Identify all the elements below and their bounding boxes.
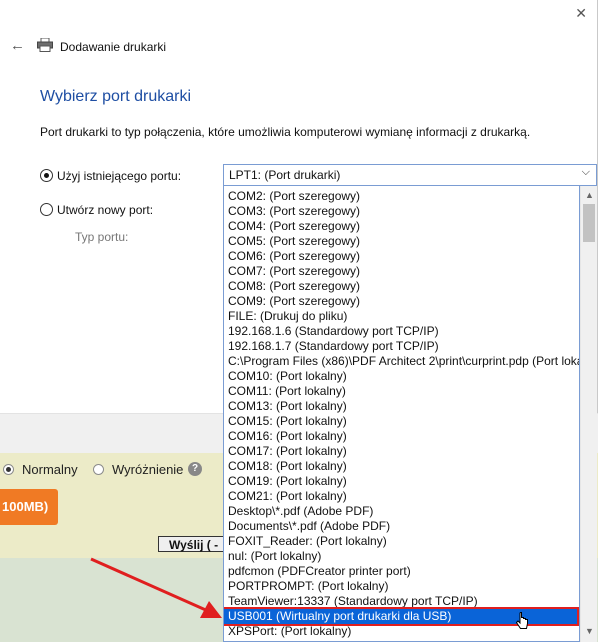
dropdown-item[interactable]: COM4: (Port szeregowy) [228,219,360,234]
dropdown-item[interactable]: COM3: (Port szeregowy) [228,204,360,219]
use-existing-port-radio[interactable] [40,169,53,182]
dropdown-item[interactable]: COM18: (Port lokalny) [228,459,347,474]
create-new-port-radio[interactable] [40,203,53,216]
dropdown-item[interactable]: FILE: (Drukuj do pliku) [228,309,347,324]
chevron-down-icon: ⌵ [581,166,590,178]
dropdown-item[interactable]: Documents\*.pdf (Adobe PDF) [228,519,390,534]
close-icon[interactable]: ✕ [575,5,587,22]
dropdown-item[interactable]: COM11: (Port lokalny) [228,384,346,399]
dropdown-item[interactable]: COM13: (Port lokalny) [228,399,347,414]
dropdown-item[interactable]: 192.168.1.7 (Standardowy port TCP/IP) [228,339,439,354]
help-icon[interactable]: ? [188,462,202,476]
printer-icon [37,38,53,52]
dropdown-item[interactable]: COM7: (Port szeregowy) [228,264,360,279]
dropdown-item[interactable]: Desktop\*.pdf (Adobe PDF) [228,504,373,519]
dropdown-item[interactable]: COM21: (Port lokalny) [228,489,347,504]
normal-radio[interactable] [3,464,14,475]
scroll-down-icon[interactable]: ▼ [585,626,594,636]
orange-size-button[interactable]: 100MB) [0,489,58,525]
highlight-radio[interactable] [93,464,104,475]
normal-radio-label: Normalny [22,462,78,477]
scroll-thumb[interactable] [583,204,595,242]
dropdown-item[interactable]: COM5: (Port szeregowy) [228,234,360,249]
scroll-up-icon[interactable]: ▲ [585,190,594,200]
port-dropdown-list[interactable]: COM2: (Port szeregowy) COM3: (Port szereg… [223,186,580,642]
page-description: Port drukarki to typ połączenia, które u… [40,125,531,139]
page-heading: Wybierz port drukarki [40,88,192,105]
dropdown-scrollbar[interactable]: ▲ ▼ [580,186,597,642]
dialog-title: Dodawanie drukarki [60,40,167,54]
dropdown-item[interactable]: COM17: (Port lokalny) [228,444,347,459]
red-arrow-icon [90,557,222,618]
highlight-radio-label: Wyróżnienie [112,462,184,477]
dropdown-item[interactable]: FOXIT_Reader: (Port lokalny) [228,534,387,549]
dropdown-item[interactable]: pdfcmon (PDFCreator printer port) [228,564,411,579]
combo-selected-value: LPT1: (Port drukarki) [229,168,341,182]
dropdown-item[interactable]: COM6: (Port szeregowy) [228,249,360,264]
create-new-port-label: Utwórz nowy port: [57,203,154,217]
dropdown-item[interactable]: COM15: (Port lokalny) [228,414,347,429]
dropdown-item[interactable]: XPSPort: (Port lokalny) [228,624,351,639]
dropdown-item[interactable]: C:\Program Files (x86)\PDF Architect 2\p… [228,354,579,369]
back-arrow-icon[interactable]: ← [10,37,25,54]
dropdown-item[interactable]: PORTPROMPT: (Port lokalny) [228,579,388,594]
port-combo-box[interactable]: LPT1: (Port drukarki) ⌵ [223,164,597,186]
hand-cursor-icon [516,612,528,629]
dropdown-item[interactable]: COM8: (Port szeregowy) [228,279,360,294]
dropdown-item[interactable]: COM9: (Port szeregowy) [228,294,360,309]
dropdown-item[interactable]: nul: (Port lokalny) [228,549,321,564]
dropdown-item[interactable]: COM16: (Port lokalny) [228,429,347,444]
dropdown-item[interactable]: TeamViewer:13337 (Standardowy port TCP/I… [228,594,478,609]
dropdown-item[interactable]: COM19: (Port lokalny) [228,474,347,489]
dropdown-item[interactable]: COM10: (Port lokalny) [228,369,347,384]
dropdown-item[interactable]: COM2: (Port szeregowy) [228,189,360,204]
send-button[interactable]: Wyślij ( - [158,536,230,552]
use-existing-port-label: Użyj istniejącego portu: [57,169,182,183]
dropdown-item[interactable]: 192.168.1.6 (Standardowy port TCP/IP) [228,324,439,339]
port-type-label: Typ portu: [75,230,129,244]
